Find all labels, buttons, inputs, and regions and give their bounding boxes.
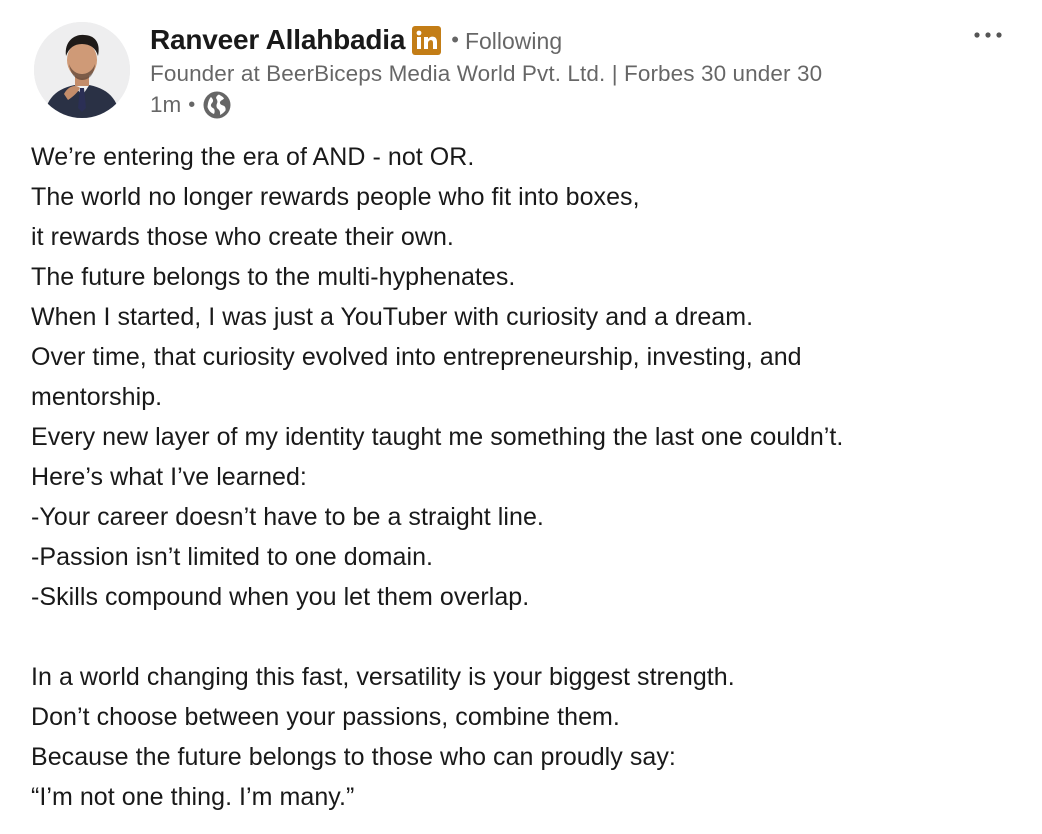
author-name[interactable]: Ranveer Allahbadia <box>150 24 405 56</box>
post-text-line: it rewards those who create their own. <box>31 223 454 251</box>
post-text-line: Every new layer of my identity taught me… <box>31 423 844 451</box>
post-text-line: “I’m not one thing. I’m many.” <box>31 783 355 811</box>
post-text-line: Because the future belongs to those who … <box>31 743 676 771</box>
post-text-line: Over time, that curiosity evolved into e… <box>31 343 802 371</box>
separator-dot: • <box>188 93 196 116</box>
globe-icon <box>202 90 232 120</box>
post-text-line: The future belongs to the multi-hyphenat… <box>31 263 516 291</box>
feed-post: Ranveer Allahbadia • Following Founder a… <box>0 0 1042 834</box>
post-body: We’re entering the era of AND - not OR. … <box>31 137 1031 817</box>
post-meta: 1m • <box>150 90 232 120</box>
follow-status[interactable]: Following <box>465 28 562 55</box>
post-text-line: -Passion isn’t limited to one domain. <box>31 543 434 571</box>
post-text-line: The world no longer rewards people who f… <box>31 183 640 211</box>
author-avatar[interactable] <box>34 22 130 118</box>
separator-dot: • <box>451 27 459 52</box>
post-text-line: -Skills compound when you let them overl… <box>31 583 530 611</box>
author-line: Ranveer Allahbadia • Following <box>150 20 562 60</box>
post-text-line: Here’s what I’ve learned: <box>31 463 307 491</box>
more-options-button[interactable] <box>966 20 1010 50</box>
author-headline: Founder at BeerBiceps Media World Pvt. L… <box>150 61 823 86</box>
ellipsis-icon <box>974 32 1002 38</box>
post-text-line: Don’t choose between your passions, comb… <box>31 703 620 731</box>
post-text-line: -Your career doesn’t have to be a straig… <box>31 503 544 531</box>
avatar-photo <box>34 22 130 118</box>
post-text-line: In a world changing this fast, versatili… <box>31 663 735 691</box>
linkedin-premium-icon <box>412 25 442 55</box>
post-text-line: mentorship. <box>31 383 163 411</box>
post-text-line: We’re entering the era of AND - not OR. <box>31 143 475 171</box>
post-text-line: When I started, I was just a YouTuber wi… <box>31 303 754 331</box>
post-time: 1m <box>150 92 182 117</box>
